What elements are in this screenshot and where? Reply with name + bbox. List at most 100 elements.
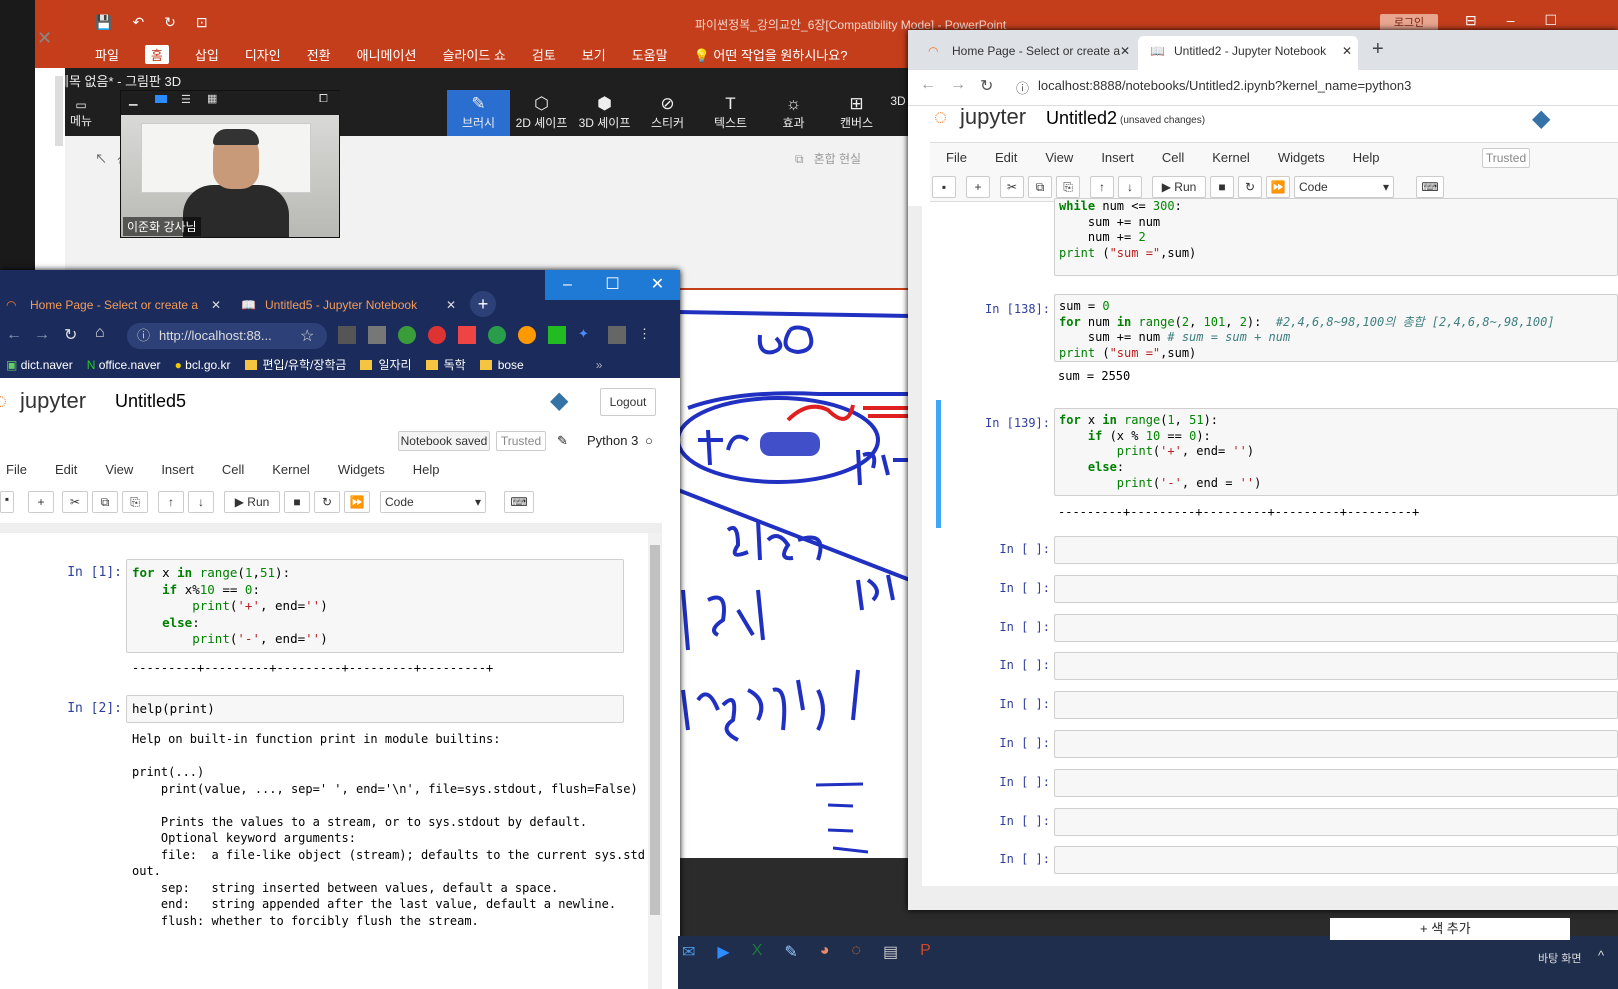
reload-icon[interactable]: ↻ — [64, 325, 77, 345]
paste-icon[interactable]: ⎘ — [1056, 176, 1080, 198]
bookmark-office-naver[interactable]: N office.naver — [87, 352, 161, 378]
save-icon[interactable]: 💾 — [95, 14, 112, 31]
effects-tool[interactable]: ☼ 효과 — [762, 90, 825, 136]
slideshow-icon[interactable]: ⊡ — [196, 14, 208, 31]
menu-cell[interactable]: Cell — [1162, 150, 1184, 165]
close-tab-icon[interactable]: ✕ — [1120, 36, 1130, 66]
edit-pencil-icon[interactable]: ✎ — [557, 433, 568, 449]
trusted-badge[interactable]: Trusted — [1482, 148, 1530, 168]
puzzle-icon[interactable]: ✦ — [578, 326, 596, 344]
run-button[interactable]: ▶ Run — [224, 491, 280, 513]
tab-home[interactable]: 홈 — [144, 45, 169, 64]
cell-source[interactable]: for x in range(1, 51): if (x % 10 == 0):… — [1055, 409, 1617, 496]
scrollbar[interactable] — [648, 533, 662, 989]
menu-kernel[interactable]: Kernel — [272, 462, 310, 477]
tab-file[interactable]: 파일 — [95, 45, 119, 64]
close-tab-icon[interactable]: ✕ — [211, 290, 221, 320]
bookmark-folder[interactable]: bose — [479, 352, 524, 378]
menu-insert[interactable]: Insert — [1101, 150, 1134, 165]
tab-review[interactable]: 검토 — [532, 45, 556, 64]
empty-code-cell[interactable] — [1054, 768, 1618, 797]
empty-code-cell[interactable] — [1054, 536, 1618, 564]
minimize-icon[interactable]: – — [1507, 12, 1515, 29]
close-tab-icon[interactable]: ✕ — [1342, 36, 1352, 66]
close-window-button[interactable]: ✕ — [635, 270, 680, 300]
extension-icon[interactable] — [518, 326, 536, 344]
cell-source[interactable]: for x in range(1,51): if x%10 == 0: prin… — [127, 560, 623, 653]
stop-icon[interactable]: ■ — [1210, 176, 1234, 198]
tab-view[interactable]: 보기 — [582, 45, 606, 64]
zoom-icon[interactable]: ▶ — [717, 942, 729, 962]
menu-view[interactable]: View — [1045, 150, 1073, 165]
shapes-2d-tool[interactable]: ⬡ 2D 셰이프 — [510, 90, 573, 136]
keyboard-icon[interactable]: ⌨ — [1416, 176, 1444, 198]
reload-icon[interactable]: ↻ — [980, 76, 993, 96]
copy-icon[interactable]: ⧉ — [92, 491, 118, 513]
text-tool[interactable]: T 텍스트 — [699, 90, 762, 136]
trusted-badge[interactable]: Trusted — [496, 431, 546, 451]
bookmark-bcl[interactable]: ● bcl.go.kr — [175, 352, 231, 378]
extension-icon[interactable] — [368, 326, 386, 344]
cell-type-select[interactable]: Code ▾ — [380, 491, 486, 513]
address-bar[interactable]: ⓘ http://localhost:88... — [127, 323, 327, 349]
bookmark-dict-naver[interactable]: ▣ dict.naver — [6, 352, 73, 378]
shapes-3d-tool[interactable]: ⬢ 3D 셰이프 — [573, 90, 636, 136]
address-bar[interactable]: localhost:8888/notebooks/Untitled2.ipynb… — [1038, 78, 1411, 93]
menu-help[interactable]: Help — [413, 462, 440, 477]
move-up-icon[interactable]: ↑ — [158, 491, 184, 513]
bookmark-folder[interactable]: 편입/유학/장학금 — [244, 352, 346, 378]
brush-tool[interactable]: ✎ 브러시 — [447, 90, 510, 136]
home-icon[interactable]: ⌂ — [95, 324, 105, 342]
code-cell[interactable]: sum = 0 for num in range(2, 101, 2): #2,… — [1054, 294, 1618, 362]
bookmark-folder[interactable]: 독학 — [425, 352, 466, 378]
menu-file[interactable]: File — [6, 462, 27, 477]
empty-code-cell[interactable] — [1054, 613, 1618, 642]
new-tab-button[interactable]: + — [470, 291, 496, 317]
empty-code-cell[interactable] — [1054, 691, 1618, 720]
code-cell[interactable]: help(print) — [126, 695, 624, 723]
insert-cell-icon[interactable]: + — [966, 176, 990, 198]
empty-code-cell[interactable] — [1054, 730, 1618, 758]
tell-me-search[interactable]: 💡 어떤 작업을 원하시나요? — [694, 45, 848, 64]
maximize-button[interactable]: ☐ — [590, 270, 635, 300]
jupyter-icon[interactable]: ◌ — [851, 942, 861, 962]
extension-icon[interactable] — [338, 326, 356, 344]
tab-insert[interactable]: 삽입 — [195, 45, 219, 64]
cell-type-select[interactable]: Code ▾ — [1294, 176, 1394, 198]
menu-cell[interactable]: Cell — [222, 462, 244, 477]
drawing-canvas[interactable] — [676, 290, 911, 858]
menu-file[interactable]: File — [946, 150, 967, 165]
excel-icon[interactable]: X — [752, 942, 763, 962]
code-cell[interactable]: for x in range(1,51): if x%10 == 0: prin… — [126, 559, 624, 653]
save-icon[interactable]: ▪ — [0, 491, 14, 513]
speaker-view-icon[interactable] — [155, 95, 167, 103]
restart-icon[interactable]: ↻ — [314, 491, 340, 513]
powerpoint-icon[interactable]: P — [920, 942, 931, 962]
exit-fullscreen-icon[interactable]: ⧠ — [319, 93, 328, 106]
menu-kernel[interactable]: Kernel — [1212, 150, 1250, 165]
cell-source[interactable]: help(print) — [127, 696, 623, 723]
extension-icon[interactable] — [548, 326, 566, 344]
copy-icon[interactable]: ⧉ — [1028, 176, 1052, 198]
notebook-name[interactable]: Untitled5 — [115, 391, 186, 412]
menu-view[interactable]: View — [105, 462, 133, 477]
cut-icon[interactable]: ✂ — [1000, 176, 1024, 198]
fast-forward-icon[interactable]: ⏩ — [1266, 176, 1290, 198]
strip-view-icon[interactable]: ☰ — [181, 93, 191, 106]
menu-insert[interactable]: Insert — [161, 462, 194, 477]
stop-icon[interactable]: ■ — [284, 491, 310, 513]
notepad-icon[interactable]: ✎ — [784, 942, 797, 962]
save-icon[interactable]: ▪ — [932, 176, 956, 198]
more-bookmarks-icon[interactable]: » — [596, 352, 603, 378]
close-icon[interactable]: ✕ — [37, 28, 52, 49]
extension-icon[interactable] — [458, 326, 476, 344]
bookmark-star-icon[interactable]: ☆ — [300, 326, 314, 346]
tab-untitled2[interactable]: 📖 Untitled2 - Jupyter Notebook ✕ — [1138, 36, 1358, 70]
insert-cell-icon[interactable]: + — [28, 491, 54, 513]
cell-source[interactable]: while num <= 300: sum += num num += 2 pr… — [1055, 199, 1617, 262]
paint-icon[interactable]: ◕ — [820, 942, 830, 962]
scrollbar-thumb[interactable] — [650, 545, 660, 915]
empty-code-cell[interactable] — [1054, 846, 1618, 875]
mail-icon[interactable]: ✉ — [682, 942, 695, 962]
notebook-name[interactable]: Untitled2 — [1046, 108, 1117, 129]
